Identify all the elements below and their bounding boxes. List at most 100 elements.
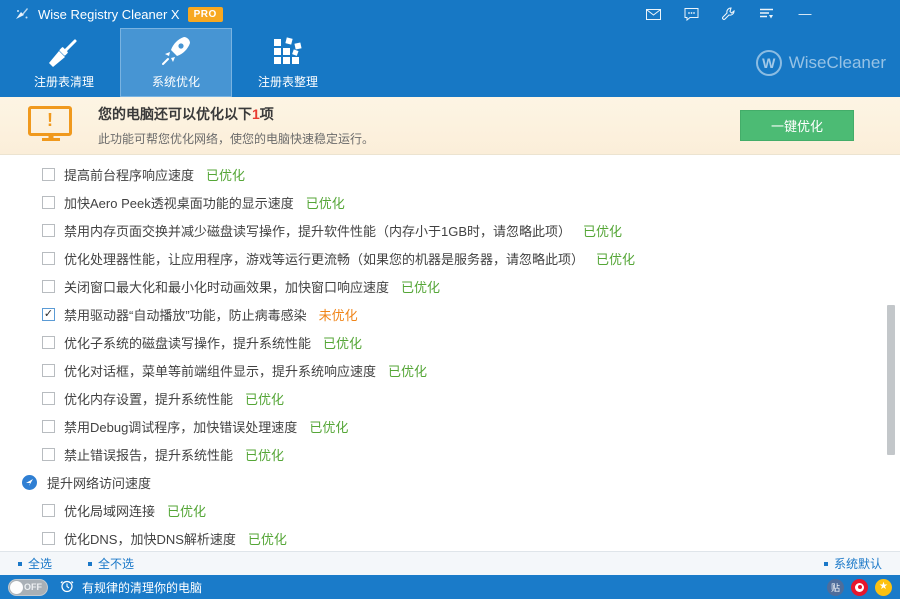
group-label: 提升网络访问速度 bbox=[47, 473, 151, 492]
tab-label: 系统优化 bbox=[152, 73, 200, 90]
optimization-row: 优化对话框，菜单等前端组件显示，提升系统响应速度已优化 bbox=[0, 356, 900, 384]
support-icon[interactable] bbox=[710, 1, 748, 27]
optimization-row: ✓ 禁用驱动器“自动播放”功能，防止病毒感染未优化 bbox=[0, 300, 900, 328]
item-checkbox[interactable] bbox=[42, 532, 55, 545]
schedule-message: 有规律的清理你的电脑 bbox=[82, 579, 202, 596]
bullet-icon bbox=[18, 562, 22, 566]
optimization-row: 优化内存设置，提升系统性能已优化 bbox=[0, 384, 900, 412]
optimization-notice-bar: ! 您的电脑还可以优化以下1项 此功能可帮您优化网络，使您的电脑快速稳定运行。 … bbox=[0, 97, 900, 155]
item-label: 优化对话框，菜单等前端组件显示，提升系统响应速度 bbox=[64, 361, 376, 380]
optimization-row: 禁用Debug调试程序，加快错误处理速度已优化 bbox=[0, 412, 900, 440]
item-checkbox[interactable] bbox=[42, 252, 55, 265]
broom-icon bbox=[47, 35, 81, 67]
toggle-state-label: OFF bbox=[24, 582, 42, 592]
qzone-share-icon[interactable]: ★ bbox=[875, 579, 892, 596]
group-header-row[interactable]: 提升网络访问速度 bbox=[0, 468, 900, 496]
network-group-icon bbox=[22, 475, 37, 490]
item-checkbox[interactable] bbox=[42, 448, 55, 461]
wisecleaner-logo: W WiseCleaner bbox=[756, 28, 886, 97]
item-label: 禁用驱动器“自动播放”功能，防止病毒感染 bbox=[64, 305, 307, 324]
optimization-row: 优化局域网连接已优化 bbox=[0, 496, 900, 524]
item-label: 关闭窗口最大化和最小化时动画效果，加快窗口响应速度 bbox=[64, 277, 389, 296]
optimization-row: 优化子系统的磁盘读写操作，提升系统性能已优化 bbox=[0, 328, 900, 356]
item-status: 已优化 bbox=[306, 193, 345, 212]
item-status: 已优化 bbox=[583, 221, 622, 240]
wisecleaner-logo-text: WiseCleaner bbox=[789, 53, 886, 73]
item-checkbox[interactable] bbox=[42, 392, 55, 405]
select-all-link[interactable]: 全选 bbox=[18, 555, 52, 572]
optimization-list: 提高前台程序响应速度已优化加快Aero Peek透视桌面功能的显示速度已优化禁用… bbox=[0, 155, 900, 551]
alarm-clock-icon bbox=[60, 579, 74, 596]
item-checkbox[interactable]: ✓ bbox=[42, 308, 55, 321]
item-status: 已优化 bbox=[323, 333, 362, 352]
main-tab-bar: 注册表清理 系统优化 注册表整理 W WiseCleaner bbox=[0, 28, 900, 97]
item-checkbox[interactable] bbox=[42, 364, 55, 377]
item-label: 优化内存设置，提升系统性能 bbox=[64, 389, 233, 408]
tab-label: 注册表整理 bbox=[258, 73, 318, 90]
notice-subtitle: 此功能可帮您优化网络，使您的电脑快速稳定运行。 bbox=[98, 130, 740, 147]
scrollbar-thumb[interactable] bbox=[887, 305, 895, 455]
item-label: 禁止错误报告，提升系统性能 bbox=[64, 445, 233, 464]
system-default-link[interactable]: 系统默认 bbox=[824, 555, 882, 572]
item-label: 优化DNS，加快DNS解析速度 bbox=[64, 529, 236, 548]
optimization-row: 禁止错误报告，提升系统性能已优化 bbox=[0, 440, 900, 468]
notice-count: 1 bbox=[252, 106, 260, 122]
select-none-label: 全不选 bbox=[98, 555, 134, 572]
tab-registry-defrag[interactable]: 注册表整理 bbox=[232, 28, 344, 97]
item-checkbox[interactable] bbox=[42, 196, 55, 209]
optimization-row: 优化处理器性能，让应用程序，游戏等运行更流畅（如果您的机器是服务器，请忽略此项）… bbox=[0, 244, 900, 272]
menu-icon[interactable] bbox=[748, 1, 786, 27]
tab-label: 注册表清理 bbox=[34, 73, 94, 90]
bullet-icon bbox=[824, 562, 828, 566]
optimization-row: 关闭窗口最大化和最小化时动画效果，加快窗口响应速度已优化 bbox=[0, 272, 900, 300]
tieba-share-icon[interactable]: 贴 bbox=[827, 579, 844, 596]
one-click-optimize-button[interactable]: 一键优化 bbox=[740, 110, 854, 141]
mail-icon[interactable] bbox=[634, 1, 672, 27]
defrag-icon bbox=[272, 35, 304, 67]
item-label: 优化子系统的磁盘读写操作，提升系统性能 bbox=[64, 333, 311, 352]
item-status: 已优化 bbox=[245, 389, 284, 408]
item-checkbox[interactable] bbox=[42, 336, 55, 349]
item-label: 加快Aero Peek透视桌面功能的显示速度 bbox=[64, 193, 294, 212]
item-status: 已优化 bbox=[309, 417, 348, 436]
select-none-link[interactable]: 全不选 bbox=[88, 555, 134, 572]
item-checkbox[interactable] bbox=[42, 168, 55, 181]
item-checkbox[interactable] bbox=[42, 280, 55, 293]
weibo-share-icon[interactable] bbox=[851, 579, 868, 596]
item-status: 已优化 bbox=[401, 277, 440, 296]
tab-registry-cleaner[interactable]: 注册表清理 bbox=[8, 28, 120, 97]
item-status: 已优化 bbox=[596, 249, 635, 268]
status-bar: OFF 有规律的清理你的电脑 贴 ★ bbox=[0, 575, 900, 599]
tab-system-tuneup[interactable]: 系统优化 bbox=[120, 28, 232, 97]
bullet-icon bbox=[88, 562, 92, 566]
item-status: 已优化 bbox=[245, 445, 284, 464]
rocket-icon bbox=[160, 35, 192, 67]
item-checkbox[interactable] bbox=[42, 420, 55, 433]
item-status: 已优化 bbox=[388, 361, 427, 380]
selection-footer: 全选 全不选 系统默认 bbox=[0, 551, 900, 575]
item-label: 禁用Debug调试程序，加快错误处理速度 bbox=[64, 417, 297, 436]
notice-title-suffix: 项 bbox=[260, 106, 274, 122]
item-checkbox[interactable] bbox=[42, 504, 55, 517]
item-status: 未优化 bbox=[319, 305, 358, 324]
item-status: 已优化 bbox=[206, 165, 245, 184]
item-label: 优化局域网连接 bbox=[64, 501, 155, 520]
minimize-icon[interactable]: — bbox=[786, 1, 824, 27]
item-checkbox[interactable] bbox=[42, 224, 55, 237]
pro-badge: PRO bbox=[188, 7, 223, 22]
item-status: 已优化 bbox=[248, 529, 287, 548]
optimization-row: 禁用内存页面交换并减少磁盘读写操作，提升软件性能（内存小于1GB时，请忽略此项）… bbox=[0, 216, 900, 244]
toggle-knob bbox=[10, 581, 23, 594]
select-all-label: 全选 bbox=[28, 555, 52, 572]
feedback-icon[interactable] bbox=[672, 1, 710, 27]
window-title: Wise Registry Cleaner X bbox=[38, 7, 180, 22]
wisecleaner-logo-icon: W bbox=[756, 50, 782, 76]
notice-title: 您的电脑还可以优化以下1项 bbox=[98, 104, 740, 124]
notice-title-prefix: 您的电脑还可以优化以下 bbox=[98, 106, 252, 122]
optimization-row: 优化DNS，加快DNS解析速度已优化 bbox=[0, 524, 900, 551]
weibo-eye bbox=[855, 583, 864, 592]
schedule-toggle[interactable]: OFF bbox=[8, 579, 48, 596]
system-default-label: 系统默认 bbox=[834, 555, 882, 572]
optimization-row: 提高前台程序响应速度已优化 bbox=[0, 160, 900, 188]
item-status: 已优化 bbox=[167, 501, 206, 520]
